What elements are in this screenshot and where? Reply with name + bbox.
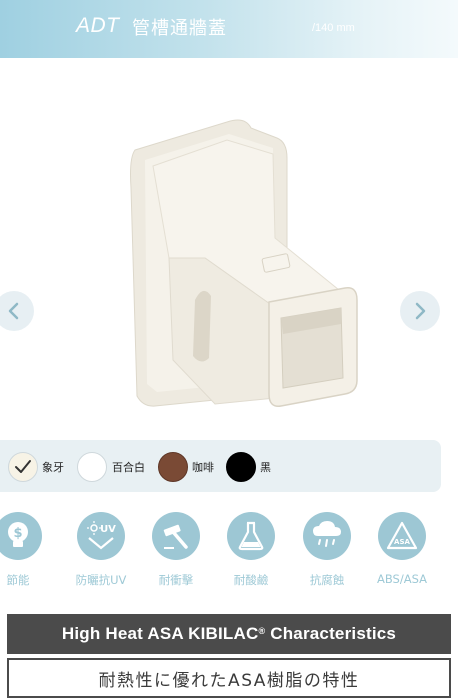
recycle-asa-icon: ASA — [378, 512, 426, 560]
characteristics-section: High Heat ASA KIBILAC ® Characteristics 耐… — [7, 614, 451, 700]
feature-uv-resistant: UV 防曬抗UV — [68, 508, 134, 588]
svg-text:ASA: ASA — [394, 538, 410, 546]
chevron-left-icon — [8, 302, 19, 320]
feature-list: $ 節能 UV 防曬抗UV 耐衝擊 耐酸鹼 抗腐蝕 ASA ABS/ASA — [0, 508, 458, 598]
characteristics-title: High Heat ASA KIBILAC ® Characteristics — [7, 614, 451, 654]
color-swatch-coffee[interactable] — [158, 452, 188, 482]
feature-impact-resistant: 耐衝擊 — [143, 508, 209, 588]
hammer-icon — [152, 512, 200, 560]
product-gallery — [0, 58, 458, 438]
color-swatch-lily-white[interactable] — [77, 452, 107, 482]
color-label-lily-white[interactable]: 百合白 — [112, 459, 145, 475]
brand-label: ADT — [76, 14, 120, 37]
feature-label: 節能 — [6, 573, 30, 587]
color-swatch-black[interactable] — [226, 452, 256, 482]
color-swatch-ivory[interactable] — [8, 452, 38, 482]
cloud-rain-icon — [303, 512, 351, 560]
characteristics-title-main: High Heat ASA KIBILAC — [61, 624, 259, 643]
color-selector: 象牙 百合白 咖啡 黑 — [0, 440, 441, 492]
product-size: /140 mm — [312, 22, 355, 34]
feature-acid-alkali-resistant: 耐酸鹼 — [218, 508, 284, 588]
feature-label: 抗腐蝕 — [309, 573, 345, 587]
header-banner: ADT 管槽通牆蓋 /140 mm — [0, 0, 458, 58]
flask-icon — [227, 512, 275, 560]
sun-uv-icon: UV — [77, 512, 125, 560]
feature-energy-saving: $ 節能 — [0, 508, 51, 588]
svg-text:UV: UV — [100, 524, 116, 535]
characteristics-subtitle: 耐熱性に優れたASA樹脂の特性 — [7, 658, 451, 698]
feature-label: 耐酸鹼 — [233, 573, 269, 587]
product-name: 管槽通牆蓋 — [132, 18, 227, 39]
color-label-ivory[interactable]: 象牙 — [42, 459, 64, 475]
bulb-dollar-icon: $ — [0, 512, 42, 560]
prev-image-button[interactable] — [0, 291, 34, 331]
check-icon — [15, 460, 31, 473]
registered-mark: ® — [258, 626, 266, 636]
color-label-black[interactable]: 黑 — [260, 459, 271, 475]
characteristics-title-tail: Characteristics — [265, 624, 397, 643]
color-label-coffee[interactable]: 咖啡 — [192, 459, 214, 475]
feature-label: ABS/ASA — [377, 572, 427, 586]
feature-label: 耐衝擊 — [158, 573, 194, 587]
product-image — [130, 119, 358, 407]
next-image-button[interactable] — [400, 291, 440, 331]
feature-corrosion-resistant: 抗腐蝕 — [294, 508, 360, 588]
feature-label: 防曬抗UV — [75, 573, 127, 587]
feature-abs-asa: ASA ABS/ASA — [369, 508, 435, 586]
chevron-right-icon — [415, 302, 426, 320]
svg-text:$: $ — [13, 526, 22, 541]
